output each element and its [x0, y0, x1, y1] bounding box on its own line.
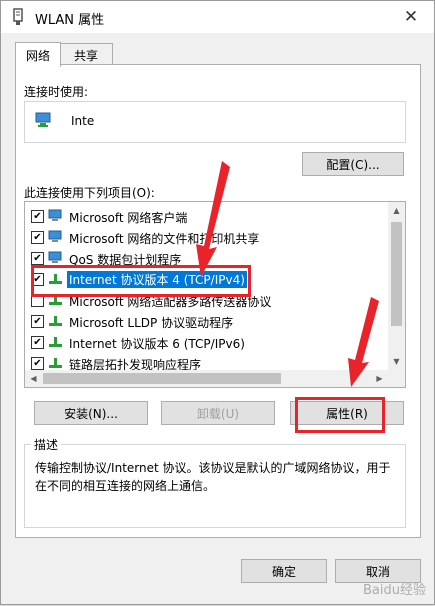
tab-network[interactable]: 网络: [15, 42, 61, 67]
wlan-properties-dialog: WLAN 属性 ✕ 网络 共享 连接时使用: Inte 配置(C)... 此连接…: [0, 0, 435, 605]
arrow-to-ipv4: [196, 161, 230, 277]
annotation-arrows: [196, 161, 379, 387]
watermark: Baidu经验: [363, 583, 426, 598]
tab-network-label: 网络: [25, 48, 50, 63]
arrow-to-properties: [348, 297, 379, 387]
